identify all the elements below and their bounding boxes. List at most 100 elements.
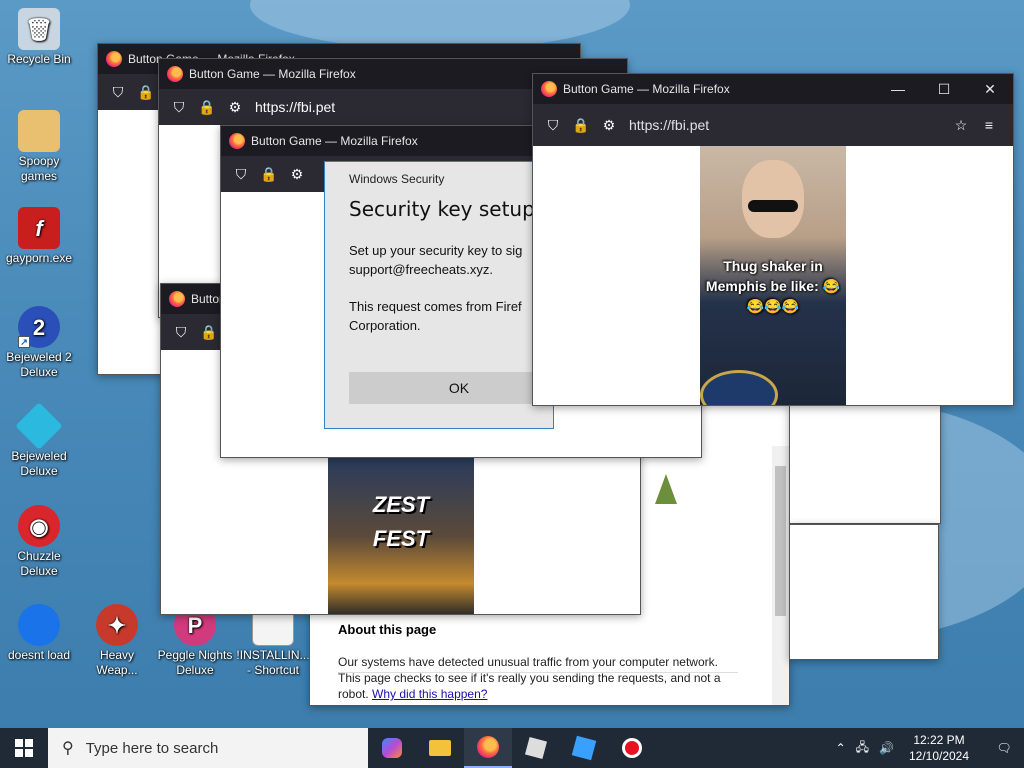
desktop-icon-peggle-nights[interactable]: P Peggle Nights Deluxe — [156, 604, 234, 678]
roblox-studio-icon — [571, 735, 597, 761]
taskbar-copilot[interactable] — [368, 728, 416, 768]
lock-icon[interactable]: 🔒 — [260, 166, 277, 182]
clock-time: 12:22 PM — [913, 733, 965, 747]
taskbar: ⚲ Type here to search ⌃ 🖧 🔊 12:22 PM 12/… — [0, 728, 1024, 768]
heavy-weapon-icon: ✦ — [96, 604, 138, 646]
window-controls: — ☐ ✕ — [875, 74, 1013, 104]
ok-button[interactable]: OK — [349, 372, 553, 404]
desktop-icon-label: Recycle Bin — [7, 52, 71, 66]
start-button[interactable] — [0, 728, 48, 768]
desktop-icon-doesnt-load[interactable]: doesnt load — [0, 604, 78, 663]
lock-icon[interactable]: 🔒 — [200, 324, 217, 340]
desktop-icon-label: !INSTALLIN... - Shortcut — [236, 648, 310, 677]
taskbar-firefox[interactable] — [464, 728, 512, 768]
close-icon[interactable]: ✕ — [967, 74, 1013, 104]
desktop-icon-label: Bejeweled Deluxe — [11, 449, 67, 478]
wizard-icon — [655, 474, 677, 504]
maximize-icon[interactable]: ☐ — [921, 74, 967, 104]
dialog-text-line: support@freecheats.xyz. — [349, 262, 493, 277]
firefox-icon — [477, 736, 499, 758]
firefox-icon — [229, 133, 245, 149]
firefox-icon — [169, 291, 185, 307]
permissions-icon[interactable]: ⚙ — [601, 117, 617, 133]
desktop-icon-chuzzle[interactable]: ◉ Chuzzle Deluxe — [0, 505, 78, 579]
dialog-text-line: Set up your security key to sig — [349, 243, 523, 258]
url-bar[interactable]: https://fbi.pet — [629, 117, 709, 133]
menu-icon[interactable]: ≡ — [981, 117, 997, 133]
security-key-dialog[interactable]: Windows Security Security key setup Set … — [324, 161, 554, 429]
why-link[interactable]: Why did this happen? — [372, 687, 487, 701]
shield-icon[interactable]: ⛉ — [171, 99, 187, 115]
browser-window-blank-2[interactable] — [789, 524, 939, 660]
desktop-icon-label: doesnt load — [7, 648, 71, 662]
about-heading: About this page — [338, 622, 437, 637]
network-icon[interactable]: 🖧 — [856, 738, 869, 759]
browser-window-front[interactable]: Button Game — Mozilla Firefox — ☐ ✕ ⛉ 🔒 … — [532, 73, 1014, 406]
dialog-header: Windows Security — [349, 172, 445, 186]
presidential-seal-icon — [700, 370, 778, 405]
zest-text: ZEST — [372, 492, 430, 517]
permissions-icon[interactable]: ⚙ — [227, 99, 243, 115]
taskbar-roblox-studio[interactable] — [560, 728, 608, 768]
chevron-up-icon[interactable]: ⌃ — [836, 741, 846, 755]
folder-icon — [18, 110, 60, 152]
window-titlebar[interactable]: Button Game — Mozilla Firefox — ☐ ✕ — [533, 74, 1013, 104]
window-title: Button Game — Mozilla Firefox — [189, 67, 356, 81]
browser-toolbar: ⛉ 🔒 ⚙ https://fbi.pet ☆ ≡ — [533, 104, 1013, 146]
shield-icon[interactable]: ⛉ — [110, 84, 126, 100]
desktop-icon-gayporn-exe[interactable]: f gayporn.exe — [0, 207, 78, 266]
lock-icon[interactable]: 🔒 — [572, 117, 589, 133]
search-placeholder: Type here to search — [85, 739, 219, 757]
fest-text: FEST — [372, 526, 430, 551]
thunderbird-icon — [18, 604, 60, 646]
copilot-icon — [382, 738, 402, 758]
gem-icon — [15, 402, 63, 450]
desktop-icon-bejeweled[interactable]: Bejeweled Deluxe — [0, 402, 78, 479]
bookmark-star-icon[interactable]: ☆ — [953, 117, 969, 133]
firefox-icon — [106, 51, 122, 67]
lock-icon[interactable]: 🔒 — [198, 99, 215, 115]
desktop-icon-heavy-weapon[interactable]: ✦ Heavy Weap... — [78, 604, 156, 678]
meme-face — [742, 160, 804, 238]
desktop-icon-bejeweled-2[interactable]: 2 ↗ Bejeweled 2 Deluxe — [0, 306, 78, 380]
roblox-icon — [524, 736, 548, 760]
minimize-icon[interactable]: — — [875, 74, 921, 104]
zest-fest-image: ZEST FEST — [328, 458, 474, 614]
window-title: Button Game — Mozilla Firefox — [251, 134, 418, 148]
clock[interactable]: 12:22 PM 12/10/2024 — [904, 732, 974, 764]
captcha-body: Our systems have detected unusual traffi… — [338, 654, 738, 702]
scrollbar-thumb[interactable] — [775, 466, 786, 616]
shortcut-arrow-icon: ↗ — [18, 336, 30, 348]
desktop-icon-installing-shortcut[interactable]: !INSTALLIN... - Shortcut — [234, 604, 312, 678]
desktop-icon-label: gayporn.exe — [5, 251, 73, 265]
desktop-icon-label: Chuzzle Deluxe — [17, 549, 61, 578]
taskbar-roblox[interactable] — [512, 728, 560, 768]
volume-icon[interactable]: 🔊 — [879, 741, 894, 755]
permissions-icon[interactable]: ⚙ — [289, 166, 305, 182]
url-bar[interactable]: https://fbi.pet — [255, 99, 335, 115]
desktop-icon-spoopy-games[interactable]: Spoopy games — [0, 110, 78, 184]
notification-icon[interactable]: 🗨 — [984, 741, 1024, 755]
meme-caption: Thug shaker in Memphis be like: 😂😂😂😂 — [705, 258, 841, 314]
lock-icon[interactable]: 🔒 — [137, 84, 154, 100]
system-tray: ⌃ 🖧 🔊 12:22 PM 12/10/2024 🗨 — [836, 732, 1024, 764]
chuzzle-icon: ◉ — [18, 505, 60, 547]
shield-icon[interactable]: ⛉ — [173, 324, 189, 340]
scrollbar[interactable] — [772, 446, 789, 705]
desktop-icon-label: Heavy Weap... — [96, 648, 138, 677]
taskbar-file-explorer[interactable] — [416, 728, 464, 768]
folder-icon — [429, 740, 451, 756]
browser-window-blank-1[interactable] — [789, 404, 941, 524]
firefox-icon — [167, 66, 183, 82]
taskbar-recorder[interactable] — [608, 728, 656, 768]
dialog-text-line: Corporation. — [349, 318, 421, 333]
sunglasses-icon — [748, 200, 798, 212]
desktop-icon-recycle-bin[interactable]: 🗑 Recycle Bin — [0, 8, 78, 67]
record-icon — [622, 738, 642, 758]
flash-icon: f — [18, 207, 60, 249]
shield-icon[interactable]: ⛉ — [233, 166, 249, 182]
desktop-icon-label: Bejeweled 2 Deluxe — [6, 350, 72, 379]
shield-icon[interactable]: ⛉ — [545, 117, 561, 133]
windows-logo-icon — [15, 739, 33, 757]
taskbar-search[interactable]: ⚲ Type here to search — [48, 728, 368, 768]
